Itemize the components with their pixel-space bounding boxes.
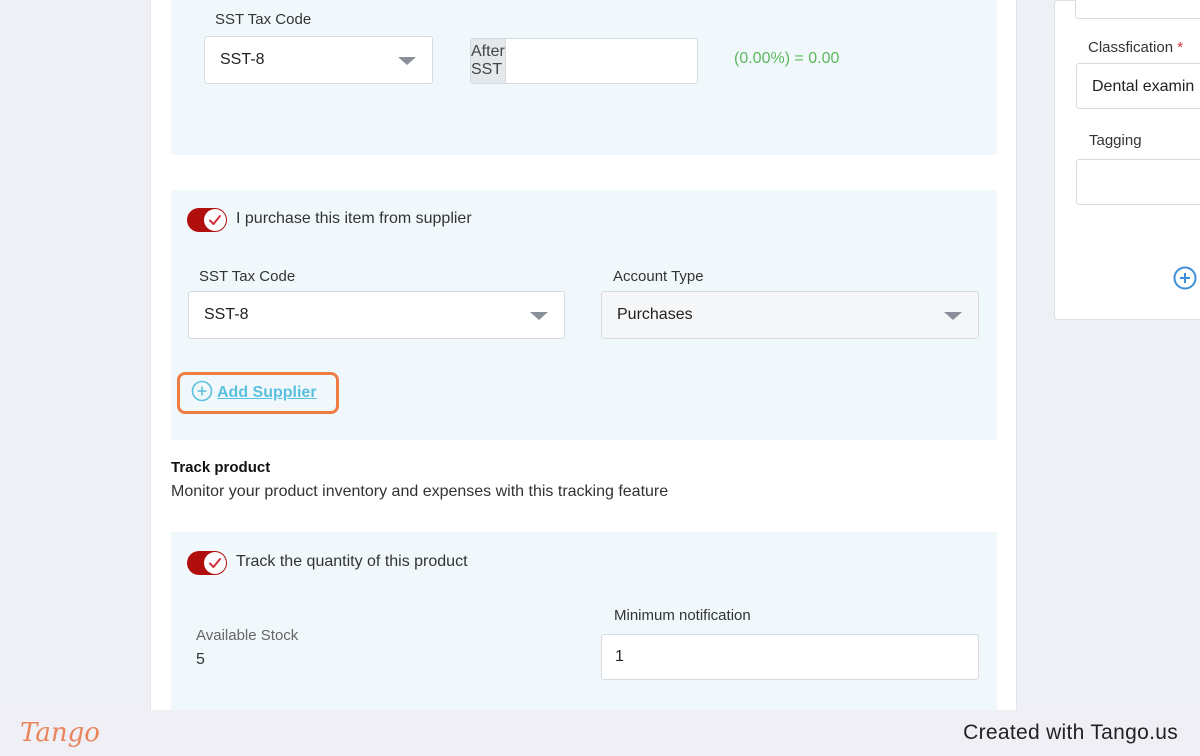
- tagging-input[interactable]: [1077, 160, 1200, 204]
- plus-circle-icon: [191, 380, 213, 407]
- tagging-field[interactable]: [1076, 159, 1200, 205]
- product-form-card: [150, 0, 1017, 712]
- side-top-field[interactable]: [1075, 0, 1200, 19]
- chevron-down-icon: [398, 57, 416, 65]
- minimum-notification-label: Minimum notification: [614, 607, 751, 624]
- track-quantity-toggle[interactable]: [187, 551, 227, 575]
- minimum-notification-field: [601, 634, 979, 680]
- sst-tax-code-label: SST Tax Code: [215, 11, 312, 28]
- available-stock-value: 5: [196, 651, 205, 668]
- add-supplier-link: Add Supplier: [217, 384, 317, 401]
- classification-value: Dental examin: [1092, 78, 1195, 95]
- classification-field[interactable]: Dental examin: [1076, 63, 1200, 109]
- check-icon: [204, 552, 226, 574]
- supplier-sst-tax-code-label: SST Tax Code: [199, 268, 296, 285]
- sst-tax-code-select[interactable]: SST-8: [204, 36, 433, 84]
- add-circle-icon[interactable]: [1173, 266, 1197, 295]
- track-quantity-label: Track the quantity of this product: [236, 553, 468, 570]
- tango-logo: Tango: [20, 718, 100, 748]
- created-with-credit: Created with Tango.us: [963, 721, 1178, 744]
- tango-footer: Tango Created with Tango.us: [0, 710, 1200, 756]
- tax-result-text: (0.00%) = 0.00: [734, 50, 840, 67]
- minimum-notification-input[interactable]: [602, 635, 978, 679]
- after-sst-prefix: After SST: [471, 39, 506, 83]
- tagging-label: Tagging: [1089, 132, 1142, 149]
- chevron-down-icon: [944, 312, 962, 320]
- required-mark: *: [1177, 39, 1184, 56]
- available-stock-label: Available Stock: [196, 627, 299, 644]
- check-icon: [204, 209, 226, 231]
- supplier-sst-tax-code-value: SST-8: [204, 306, 249, 323]
- after-sst-input[interactable]: [505, 39, 723, 83]
- sst-tax-code-value: SST-8: [220, 51, 265, 68]
- add-supplier-button[interactable]: Add Supplier: [177, 372, 339, 414]
- side-panel-card: Classfication * Dental examin Tagging: [1054, 0, 1200, 320]
- supplier-sst-tax-code-select[interactable]: SST-8: [188, 291, 565, 339]
- track-product-title: Track product: [171, 459, 271, 476]
- purchase-from-supplier-label: I purchase this item from supplier: [236, 210, 472, 227]
- purchase-from-supplier-toggle[interactable]: [187, 208, 227, 232]
- chevron-down-icon: [530, 312, 548, 320]
- account-type-label: Account Type: [613, 268, 704, 285]
- after-sst-field: After SST: [470, 38, 723, 84]
- classification-label-text: Classfication: [1088, 39, 1174, 56]
- classification-label: Classfication *: [1088, 39, 1183, 56]
- track-product-description: Monitor your product inventory and expen…: [171, 483, 669, 500]
- account-type-select[interactable]: Purchases: [601, 291, 979, 339]
- account-type-value: Purchases: [617, 306, 693, 323]
